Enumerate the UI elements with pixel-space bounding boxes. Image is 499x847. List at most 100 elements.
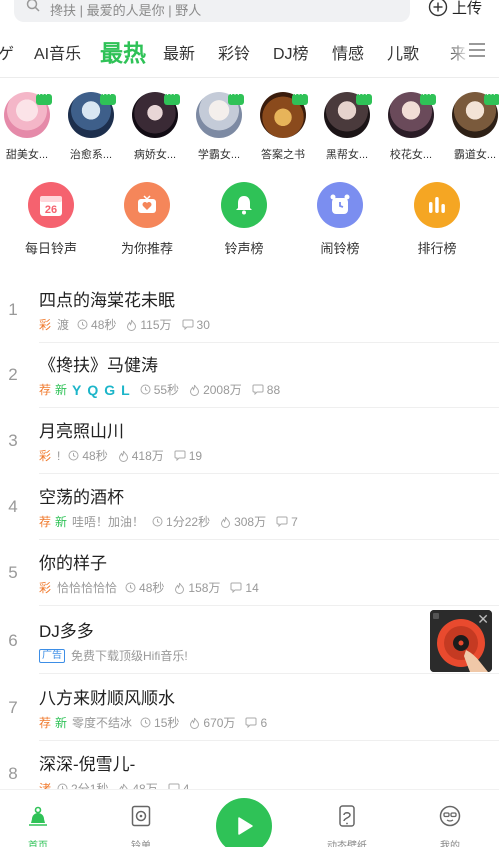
song-row[interactable]: 4 空荡的酒杯 荐 新 哇唔！加油！ 1分22秒 308万 7	[0, 475, 499, 540]
plus-circle-icon	[428, 0, 448, 17]
svg-text:26: 26	[45, 204, 57, 216]
recommend-tag: 荐	[39, 383, 52, 397]
chat-badge-icon	[484, 89, 499, 105]
avatar	[452, 89, 499, 138]
feature-ringtone-chart[interactable]: 铃声榜	[204, 182, 284, 257]
nav-label: 首页	[28, 841, 48, 847]
ad-turntable-image[interactable]: ✕	[430, 610, 492, 672]
row-divider	[39, 539, 499, 540]
clock-icon	[140, 384, 151, 395]
feature-label: 铃声榜	[224, 241, 264, 256]
song-meta: 荐 新 YQGL 55秒 2008万 88	[39, 381, 290, 398]
song-row[interactable]: 3 月亮照山川 彩 ! 48秒 418万 19	[0, 409, 499, 474]
nav-profile[interactable]: 我的	[410, 804, 490, 847]
row-divider	[39, 605, 499, 606]
avatar-item[interactable]: 病娇女...	[129, 89, 181, 162]
upload-button[interactable]: 上传	[428, 0, 482, 17]
nav-label: 我的	[440, 841, 460, 847]
song-row[interactable]: 1 四点的海棠花未眠 彩 渡 48秒 115万 30	[0, 278, 499, 343]
recommend-tag: 荐	[39, 515, 52, 529]
song-row[interactable]: 5 你的样子 彩 恰恰恰恰恰 48秒 158万 14	[0, 541, 499, 606]
bottom-nav: 首页 铃单 动态壁纸 我的	[0, 789, 499, 847]
comment-icon	[245, 717, 257, 728]
avatar	[388, 89, 436, 138]
duration-stat: 55秒	[140, 381, 179, 398]
duration-stat: 15秒	[140, 714, 179, 731]
avatar-name: 学霸女...	[197, 149, 241, 161]
song-duration: 15秒	[154, 716, 180, 730]
ringback-tag: 彩	[39, 318, 52, 332]
fire-icon	[127, 319, 137, 331]
song-row[interactable]: 7 八方来财顺风顺水 荐 新 零度不结冰 15秒 670万 6	[0, 676, 499, 741]
avatar-item[interactable]: 霸道女...	[449, 89, 499, 162]
avatar-item[interactable]: 答案之书	[257, 89, 309, 162]
tab-hottest[interactable]: 最热	[100, 34, 146, 68]
avatar-name: 治愈系...	[69, 149, 113, 161]
new-tag: 新	[55, 383, 68, 397]
search-bar[interactable]: 搀扶 | 最爱的人是你 | 野人	[14, 0, 410, 22]
song-meta: 荐 新 哇唔！加油！ 1分22秒 308万 7	[39, 513, 308, 530]
phone-wallpaper-icon	[339, 805, 355, 827]
tab-kids-songs[interactable]: 儿歌	[387, 40, 419, 64]
profile-icon	[439, 805, 461, 827]
song-comments: 88	[266, 382, 281, 397]
close-icon[interactable]: ✕	[477, 611, 489, 628]
comments-stat: 19	[174, 449, 202, 463]
nav-label: 动态壁纸	[327, 841, 367, 847]
avatar-item[interactable]: 校花女...	[385, 89, 437, 162]
tab-dj-chart[interactable]: DJ榜	[273, 40, 309, 64]
nav-playlist[interactable]: 铃单	[101, 804, 181, 847]
chat-badge-icon	[228, 89, 244, 105]
avatar-item[interactable]: 甜美女...	[1, 89, 53, 162]
tab-cut-left: ゲ	[0, 46, 15, 63]
duration-stat: 48秒	[68, 447, 108, 464]
song-comments: 14	[245, 580, 259, 595]
tab-newest[interactable]: 最新	[163, 40, 195, 64]
song-row[interactable]: 2 《搀扶》马健涛 荐 新 YQGL 55秒 2008万 88	[0, 343, 499, 408]
feature-alarm-chart[interactable]: 闹铃榜	[300, 182, 380, 257]
comment-icon	[174, 450, 186, 461]
category-tabs: ゲ AI音乐 最热 最新 彩铃 DJ榜 情感 儿歌 来	[0, 28, 499, 74]
clock-icon	[152, 516, 163, 527]
avatar-item[interactable]: 治愈系...	[65, 89, 117, 162]
chat-badge-icon	[164, 89, 180, 105]
avatar-item[interactable]: 黑帮女...	[321, 89, 373, 162]
song-title: 深深-倪雪儿-	[39, 755, 136, 774]
song-comments: 7	[291, 514, 298, 529]
ad-text: 免费下载顶级Hifi音乐!	[71, 649, 188, 663]
feature-recommend[interactable]: 为你推荐	[107, 182, 187, 257]
song-rank: 4	[8, 497, 18, 516]
tab-ringback[interactable]: 彩铃	[218, 40, 250, 64]
nav-live-wallpaper[interactable]: 动态壁纸	[307, 804, 387, 847]
song-meta: 荐 新 零度不结冰 15秒 670万 6	[39, 714, 277, 731]
play-button[interactable]	[216, 798, 272, 847]
avatar-item[interactable]: 学霸女...	[193, 89, 245, 162]
avatar-name: 甜美女...	[5, 149, 49, 161]
chat-badge-icon	[100, 89, 116, 105]
ad-label: 广告	[39, 648, 65, 663]
clock-icon	[140, 717, 151, 728]
menu-icon[interactable]	[468, 42, 486, 58]
song-rank: 6	[8, 631, 18, 650]
tab-ai-music[interactable]: AI音乐	[34, 40, 81, 64]
song-title: 月亮照山川	[39, 422, 124, 441]
song-artist: !	[57, 448, 61, 463]
song-duration: 48秒	[91, 318, 117, 332]
ad-row[interactable]: 6 DJ多多 广告 免费下载顶级Hifi音乐!	[0, 609, 499, 674]
feature-ranking[interactable]: 排行榜	[397, 182, 477, 257]
tab-emotion[interactable]: 情感	[332, 40, 364, 64]
duration-stat: 1分22秒	[152, 513, 210, 530]
top-bar: 搀扶 | 最爱的人是你 | 野人 上传	[0, 0, 499, 24]
playlist-icon	[131, 805, 151, 827]
comments-stat: 6	[245, 716, 267, 730]
song-artist: 渡	[57, 318, 70, 332]
clock-icon	[125, 582, 136, 593]
song-likes: 158万	[188, 581, 221, 595]
comments-stat: 7	[276, 515, 298, 529]
row-divider	[39, 673, 499, 674]
nav-home[interactable]: 首页	[0, 804, 78, 847]
song-rank: 3	[8, 431, 18, 450]
feature-label: 每日铃声	[24, 241, 77, 256]
new-tag: 新	[55, 716, 68, 730]
feature-daily-ringtone[interactable]: 26 每日铃声	[11, 182, 91, 257]
